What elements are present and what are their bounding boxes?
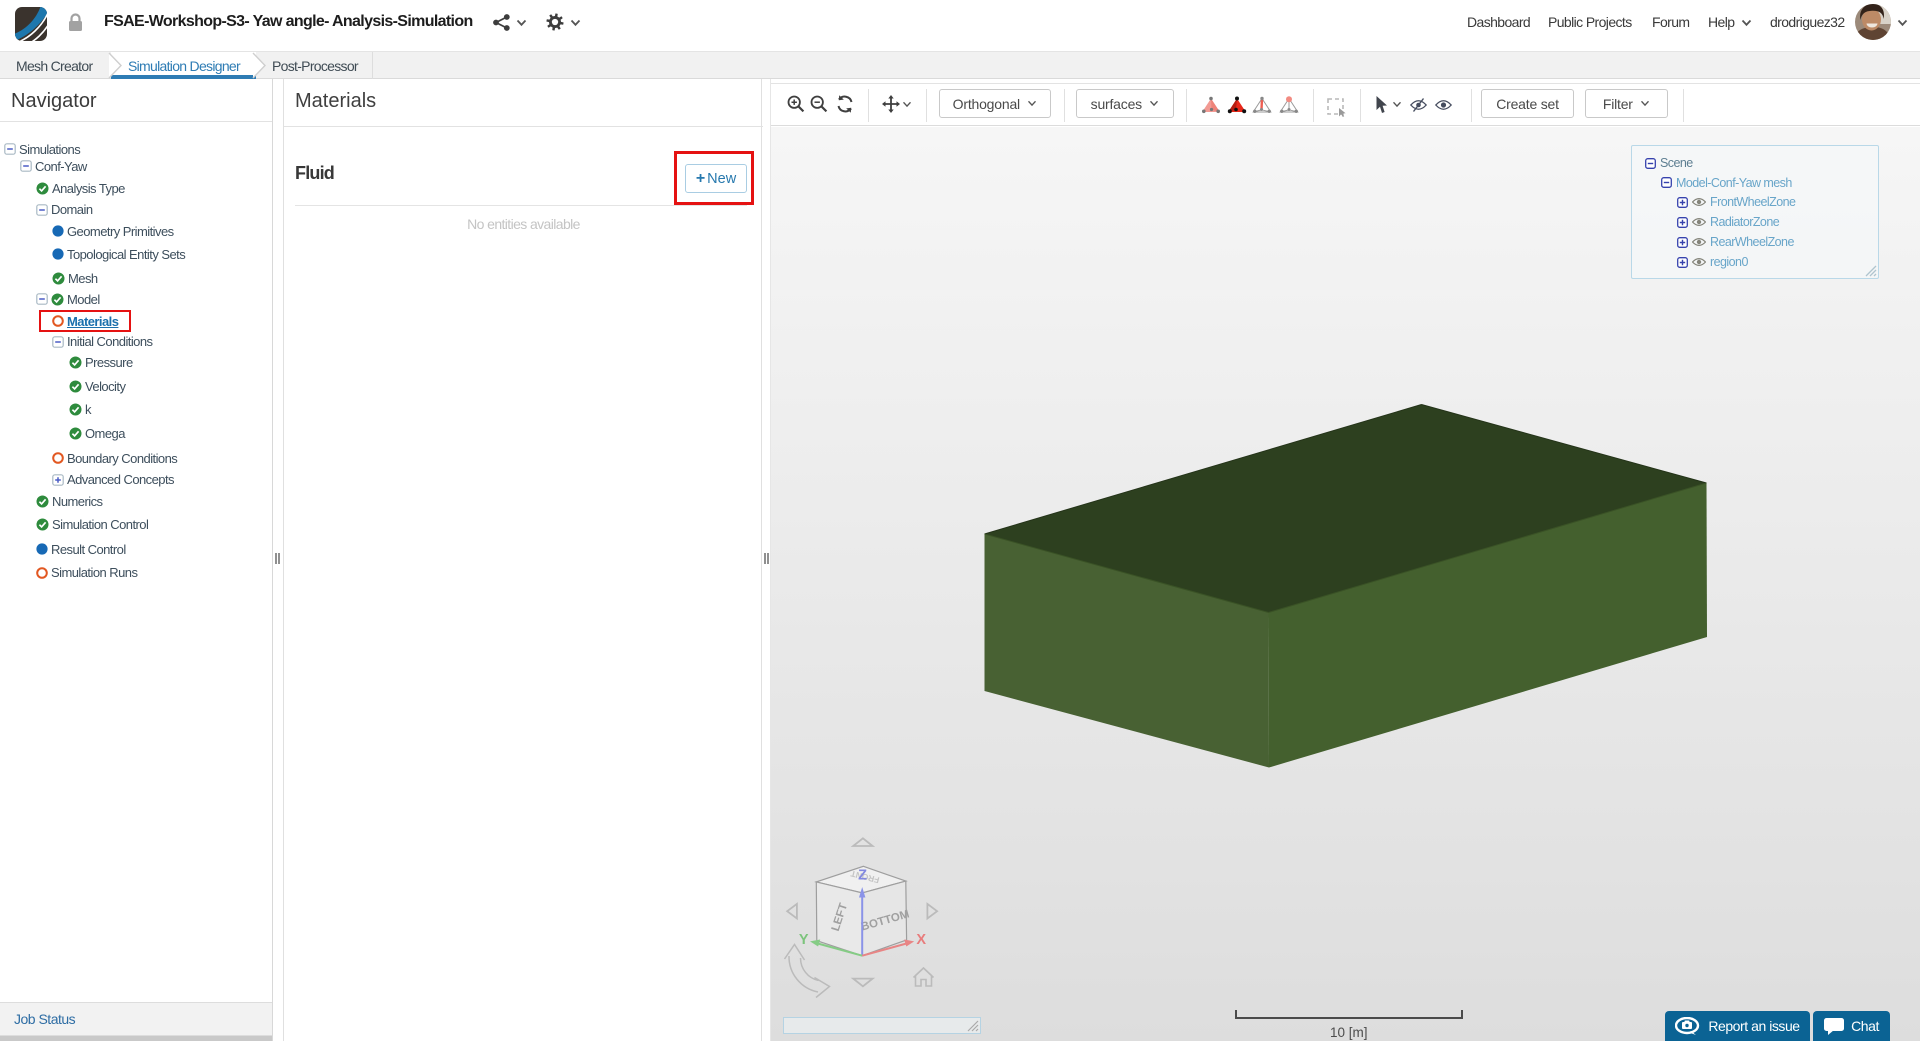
svg-text:Z: Z: [858, 868, 867, 884]
svg-text:X: X: [916, 932, 926, 948]
svg-text:Y: Y: [799, 932, 809, 948]
